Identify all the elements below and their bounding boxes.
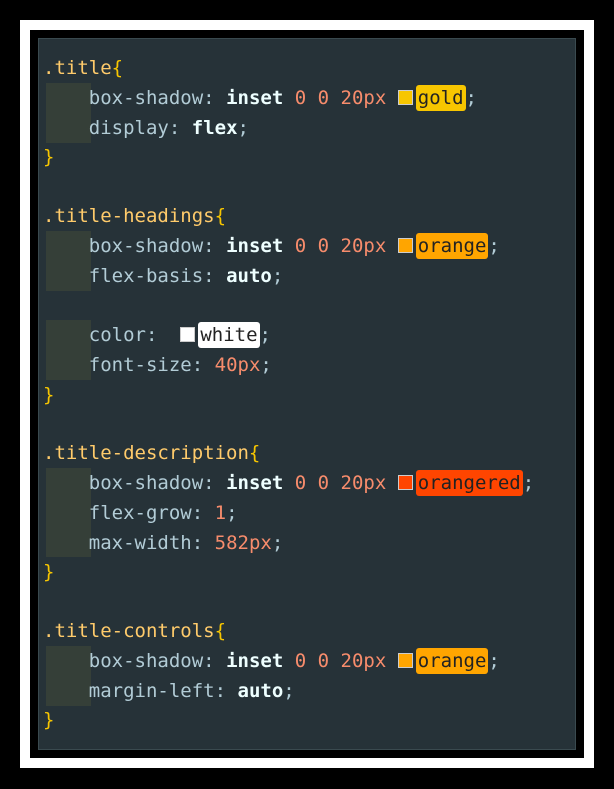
- css-number: 0: [317, 87, 330, 109]
- css-keyword: inset: [226, 472, 284, 494]
- colon: :: [203, 87, 215, 109]
- open-brace: {: [214, 205, 227, 227]
- css-number: 0: [317, 235, 330, 257]
- colon: :: [168, 117, 181, 139]
- css-number: 0: [294, 650, 307, 672]
- code-line: flex-basis: auto;: [43, 261, 284, 291]
- semicolon: ;: [259, 324, 271, 346]
- css-selector: .title: [43, 57, 112, 79]
- code-line: .title-headings{: [43, 201, 226, 231]
- semicolon: ;: [465, 87, 477, 109]
- color-swatch-icon[interactable]: [397, 90, 413, 105]
- css-number: 20px: [340, 235, 387, 257]
- code-line: box-shadow: inset 0 0 20px orange;: [43, 231, 500, 261]
- close-brace: }: [43, 384, 55, 406]
- css-property: color: [88, 324, 146, 346]
- css-keyword: inset: [226, 87, 284, 109]
- css-property: box-shadow: [88, 650, 204, 672]
- css-number: 0: [294, 87, 307, 109]
- code-line: box-shadow: inset 0 0 20px orangered;: [43, 468, 534, 498]
- colon: :: [203, 265, 215, 287]
- css-number: 1: [214, 502, 227, 524]
- css-property: display: [88, 117, 169, 139]
- colon: :: [203, 650, 215, 672]
- color-name-label: white: [198, 322, 260, 348]
- css-property: box-shadow: [88, 87, 204, 109]
- color-swatch-icon[interactable]: [397, 653, 413, 668]
- code-line: box-shadow: inset 0 0 20px orange;: [43, 646, 500, 676]
- semicolon: ;: [271, 265, 284, 287]
- semicolon: ;: [271, 532, 284, 554]
- colon: :: [203, 472, 215, 494]
- css-number: 0: [317, 472, 330, 494]
- color-name-label: orange: [415, 233, 489, 259]
- code-line: max-width: 582px;: [43, 528, 284, 558]
- css-property: flex-grow: [88, 502, 192, 524]
- code-line: }: [43, 705, 54, 735]
- code-line: flex-grow: 1;: [43, 498, 238, 528]
- css-property: box-shadow: [88, 472, 204, 494]
- code-line: .title{: [43, 53, 123, 83]
- css-value: auto: [226, 265, 272, 287]
- css-number: 582px: [214, 532, 272, 554]
- css-number: 20px: [340, 472, 387, 494]
- colon: :: [203, 235, 215, 257]
- code-editor[interactable]: .title{ box-shadow: inset 0 0 20px gold;…: [38, 38, 576, 750]
- open-brace: {: [214, 620, 227, 642]
- semicolon: ;: [488, 650, 500, 672]
- css-keyword: inset: [226, 235, 284, 257]
- css-selector: .title-description: [43, 442, 249, 464]
- css-number: 40px: [214, 354, 261, 376]
- css-number: 0: [294, 472, 307, 494]
- css-property: font-size: [88, 354, 192, 376]
- close-brace: }: [43, 561, 55, 583]
- css-property: margin-left: [88, 680, 215, 702]
- css-selector: .title-controls: [43, 620, 215, 642]
- css-selector: .title-headings: [43, 205, 215, 227]
- semicolon: ;: [283, 680, 295, 702]
- css-number: 0: [317, 650, 330, 672]
- css-value: flex: [191, 117, 238, 139]
- colon: :: [145, 324, 158, 346]
- close-brace: }: [43, 146, 55, 168]
- semicolon: ;: [226, 502, 238, 524]
- semicolon: ;: [488, 235, 500, 257]
- code-line: color: white;: [43, 320, 271, 350]
- css-value: auto: [237, 680, 284, 702]
- semicolon: ;: [237, 117, 249, 139]
- code-line: }: [43, 142, 54, 172]
- css-property: box-shadow: [88, 235, 204, 257]
- code-line: }: [43, 380, 54, 410]
- open-brace: {: [111, 57, 124, 79]
- color-swatch-icon[interactable]: [397, 475, 413, 490]
- color-name-label: gold: [415, 85, 466, 111]
- colon: :: [191, 354, 204, 376]
- code-line: margin-left: auto;: [43, 676, 295, 706]
- code-line: box-shadow: inset 0 0 20px gold;: [43, 83, 477, 113]
- colon: :: [191, 502, 204, 524]
- css-number: 20px: [340, 650, 387, 672]
- css-number: 0: [294, 235, 307, 257]
- colon: :: [214, 680, 227, 702]
- css-property: max-width: [88, 532, 192, 554]
- colon: :: [191, 532, 204, 554]
- css-property: flex-basis: [88, 265, 204, 287]
- code-line: .title-controls{: [43, 616, 226, 646]
- code-line: display: flex;: [43, 113, 249, 143]
- css-keyword: inset: [226, 650, 284, 672]
- semicolon: ;: [522, 472, 535, 494]
- code-line: .title-description{: [43, 438, 260, 468]
- semicolon: ;: [260, 354, 272, 376]
- code-line: }: [43, 557, 54, 587]
- code-line: font-size: 40px;: [43, 350, 272, 380]
- open-brace: {: [248, 442, 261, 464]
- color-swatch-icon[interactable]: [180, 327, 196, 342]
- color-swatch-icon[interactable]: [397, 238, 413, 253]
- css-number: 20px: [340, 87, 387, 109]
- color-name-label: orange: [415, 648, 489, 674]
- color-name-label: orangered: [415, 470, 523, 496]
- close-brace: }: [43, 709, 55, 731]
